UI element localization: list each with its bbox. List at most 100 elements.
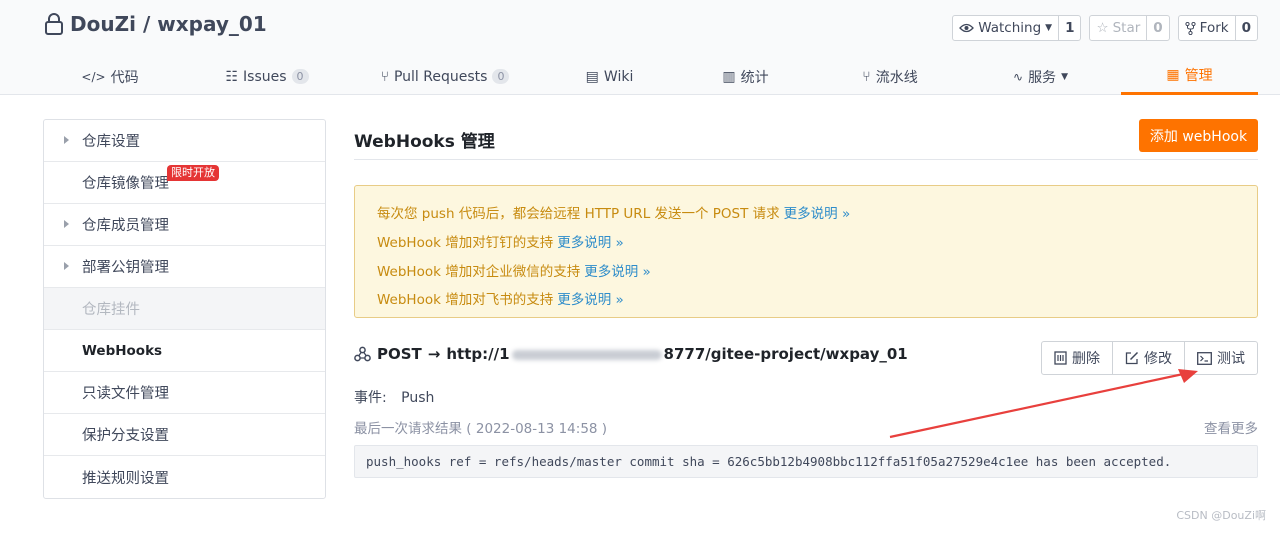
caret-right-icon bbox=[64, 220, 69, 228]
sidebar-item-deploy-keys[interactable]: 部署公钥管理 bbox=[44, 246, 325, 288]
last-request-result: 最后一次请求结果 ( 2022-08-13 14:58 ) bbox=[354, 421, 608, 437]
notice-text: 每次您 push 代码后，都会给远程 HTTP URL 发送一个 POST 请求 bbox=[377, 206, 780, 223]
sidebar-item-push-rules[interactable]: 推送规则设置 bbox=[44, 456, 325, 498]
sidebar-item-label: WebHooks bbox=[82, 342, 163, 359]
tab-label: 服务 bbox=[1028, 69, 1057, 86]
sidebar-item-readonly-files[interactable]: 只读文件管理 bbox=[44, 372, 325, 414]
sidebar-item-label: 保护分支设置 bbox=[82, 428, 169, 444]
notice-text: WebHook 增加对飞书的支持 bbox=[377, 292, 554, 309]
page-title: WebHooks 管理 bbox=[354, 132, 495, 152]
watch-button[interactable]: Watching ▼ 1 bbox=[952, 15, 1082, 41]
edit-icon bbox=[1125, 351, 1139, 365]
pulse-icon: ∿ bbox=[1013, 69, 1024, 84]
tab-issues[interactable]: ☷ Issues 0 bbox=[212, 58, 322, 95]
tab-badge: 0 bbox=[291, 69, 309, 84]
notice-line: 每次您 push 代码后，都会给远程 HTTP URL 发送一个 POST 请求… bbox=[377, 198, 1235, 227]
watermark: CSDN @DouZi啊 bbox=[1176, 509, 1266, 522]
sidebar-item-mirror[interactable]: 仓库镜像管理 限时开放 bbox=[44, 162, 325, 204]
sidebar-item-widgets[interactable]: 仓库挂件 bbox=[44, 288, 325, 330]
limited-badge: 限时开放 bbox=[167, 165, 219, 181]
repo-header: DouZi / wxpay_01 Watching ▼ 1 ☆ Star 0 F… bbox=[0, 0, 1280, 95]
tab-label: 代码 bbox=[110, 69, 139, 86]
sidebar-item-label: 部署公钥管理 bbox=[82, 260, 169, 276]
pull-request-icon: ⑂ bbox=[380, 68, 389, 85]
tab-pull-requests[interactable]: ⑂ Pull Requests 0 bbox=[370, 58, 520, 95]
fork-button[interactable]: Fork 0 bbox=[1177, 15, 1258, 41]
chevron-down-icon: ▼ bbox=[1061, 71, 1068, 82]
notice-line: WebHook 增加对企业微信的支持 更多说明 » bbox=[377, 255, 1235, 284]
tab-code[interactable]: </> 代码 bbox=[70, 58, 150, 95]
webhook-icon bbox=[354, 346, 371, 362]
annotation-arrow bbox=[889, 369, 1198, 439]
repo-title: DouZi / wxpay_01 bbox=[44, 12, 267, 36]
notice-line: WebHook 增加对钉钉的支持 更多说明 » bbox=[377, 227, 1235, 256]
chevron-down-icon: ▼ bbox=[1045, 23, 1053, 33]
repo-separator: / bbox=[142, 12, 151, 36]
star-count[interactable]: 0 bbox=[1146, 16, 1168, 40]
fork-label: Fork bbox=[1199, 20, 1229, 36]
webhook-url-text: http://1 8777/gitee-project/wxpay_01 bbox=[446, 345, 908, 363]
tab-pipeline[interactable]: ⑂ 流水线 bbox=[845, 58, 935, 95]
repo-name-link[interactable]: wxpay_01 bbox=[157, 12, 266, 36]
sidebar-item-label: 只读文件管理 bbox=[82, 386, 169, 402]
settings-sidebar: 仓库设置 仓库镜像管理 限时开放 仓库成员管理 部署公钥管理 仓库挂件 WebH… bbox=[43, 119, 326, 499]
sidebar-item-protected-branches[interactable]: 保护分支设置 bbox=[44, 414, 325, 456]
caret-right-icon bbox=[64, 136, 69, 144]
caret-right-icon bbox=[64, 262, 69, 270]
watch-label: Watching bbox=[978, 20, 1042, 36]
sidebar-item-label: 仓库镜像管理 bbox=[82, 176, 169, 192]
info-notice: 每次您 push 代码后，都会给远程 HTTP URL 发送一个 POST 请求… bbox=[354, 185, 1258, 318]
more-info-link[interactable]: 更多说明 » bbox=[557, 288, 624, 308]
sidebar-item-webhooks[interactable]: WebHooks bbox=[44, 330, 325, 372]
add-webhook-button[interactable]: 添加 webHook bbox=[1139, 119, 1258, 152]
more-info-link[interactable]: 更多说明 » bbox=[584, 260, 651, 280]
star-icon: ☆ bbox=[1096, 20, 1109, 36]
tab-wiki[interactable]: ▤ Wiki bbox=[572, 58, 647, 95]
more-info-link[interactable]: 更多说明 » bbox=[557, 231, 624, 251]
tab-label: Issues bbox=[243, 68, 287, 85]
tab-manage[interactable]: ▦ 管理 bbox=[1121, 58, 1258, 95]
more-info-link[interactable]: 更多说明 » bbox=[784, 202, 851, 222]
event-value: Push bbox=[401, 390, 435, 406]
tab-stats[interactable]: ▥ 统计 bbox=[708, 58, 783, 95]
watch-count[interactable]: 1 bbox=[1058, 16, 1080, 40]
test-label: 测试 bbox=[1217, 351, 1245, 367]
arrow-right-icon: → bbox=[427, 345, 441, 363]
chart-icon: ▥ bbox=[722, 68, 736, 85]
trash-icon bbox=[1054, 351, 1067, 365]
tab-badge: 0 bbox=[492, 69, 510, 84]
sidebar-item-members[interactable]: 仓库成员管理 bbox=[44, 204, 325, 246]
code-icon: </> bbox=[81, 69, 106, 84]
wiki-icon: ▤ bbox=[585, 68, 599, 85]
sidebar-item-repo-settings[interactable]: 仓库设置 bbox=[44, 120, 325, 162]
eye-icon bbox=[959, 23, 975, 33]
notice-text: WebHook 增加对钉钉的支持 bbox=[377, 235, 554, 252]
notice-text: WebHook 增加对企业微信的支持 bbox=[377, 263, 581, 280]
view-more-link[interactable]: 查看更多 bbox=[1204, 417, 1258, 437]
repo-tabs: </> 代码 ☷ Issues 0 ⑂ Pull Requests 0 ▤ Wi… bbox=[0, 58, 1280, 95]
star-button[interactable]: ☆ Star 0 bbox=[1089, 15, 1170, 41]
tab-services[interactable]: ∿ 服务 ▼ bbox=[998, 58, 1083, 95]
star-label: Star bbox=[1112, 20, 1141, 36]
tab-label: Pull Requests bbox=[393, 68, 488, 85]
fork-count[interactable]: 0 bbox=[1234, 16, 1257, 40]
tab-label: 统计 bbox=[740, 69, 769, 86]
sidebar-item-label: 仓库成员管理 bbox=[82, 218, 169, 234]
issues-icon: ☷ bbox=[225, 68, 239, 85]
webhook-method: POST bbox=[377, 345, 422, 363]
response-log: push_hooks ref = refs/heads/master commi… bbox=[354, 445, 1258, 478]
divider bbox=[354, 159, 1258, 160]
webhook-event: 事件: Push bbox=[354, 387, 434, 407]
repo-actions: Watching ▼ 1 ☆ Star 0 Fork 0 bbox=[952, 15, 1258, 41]
sidebar-item-label: 推送规则设置 bbox=[82, 470, 169, 487]
manage-icon: ▦ bbox=[1166, 67, 1180, 83]
webhook-url: POST → http://1 8777/gitee-project/wxpay_… bbox=[354, 345, 908, 363]
event-label: 事件: bbox=[354, 390, 387, 406]
notice-line: WebHook 增加对飞书的支持 更多说明 » bbox=[377, 284, 1235, 313]
pipeline-icon: ⑂ bbox=[862, 68, 871, 85]
sidebar-item-label: 仓库设置 bbox=[82, 134, 140, 150]
terminal-icon bbox=[1197, 351, 1212, 365]
tab-label: Wiki bbox=[603, 68, 634, 85]
repo-owner-link[interactable]: DouZi bbox=[70, 12, 136, 36]
tab-label: 管理 bbox=[1184, 68, 1213, 84]
